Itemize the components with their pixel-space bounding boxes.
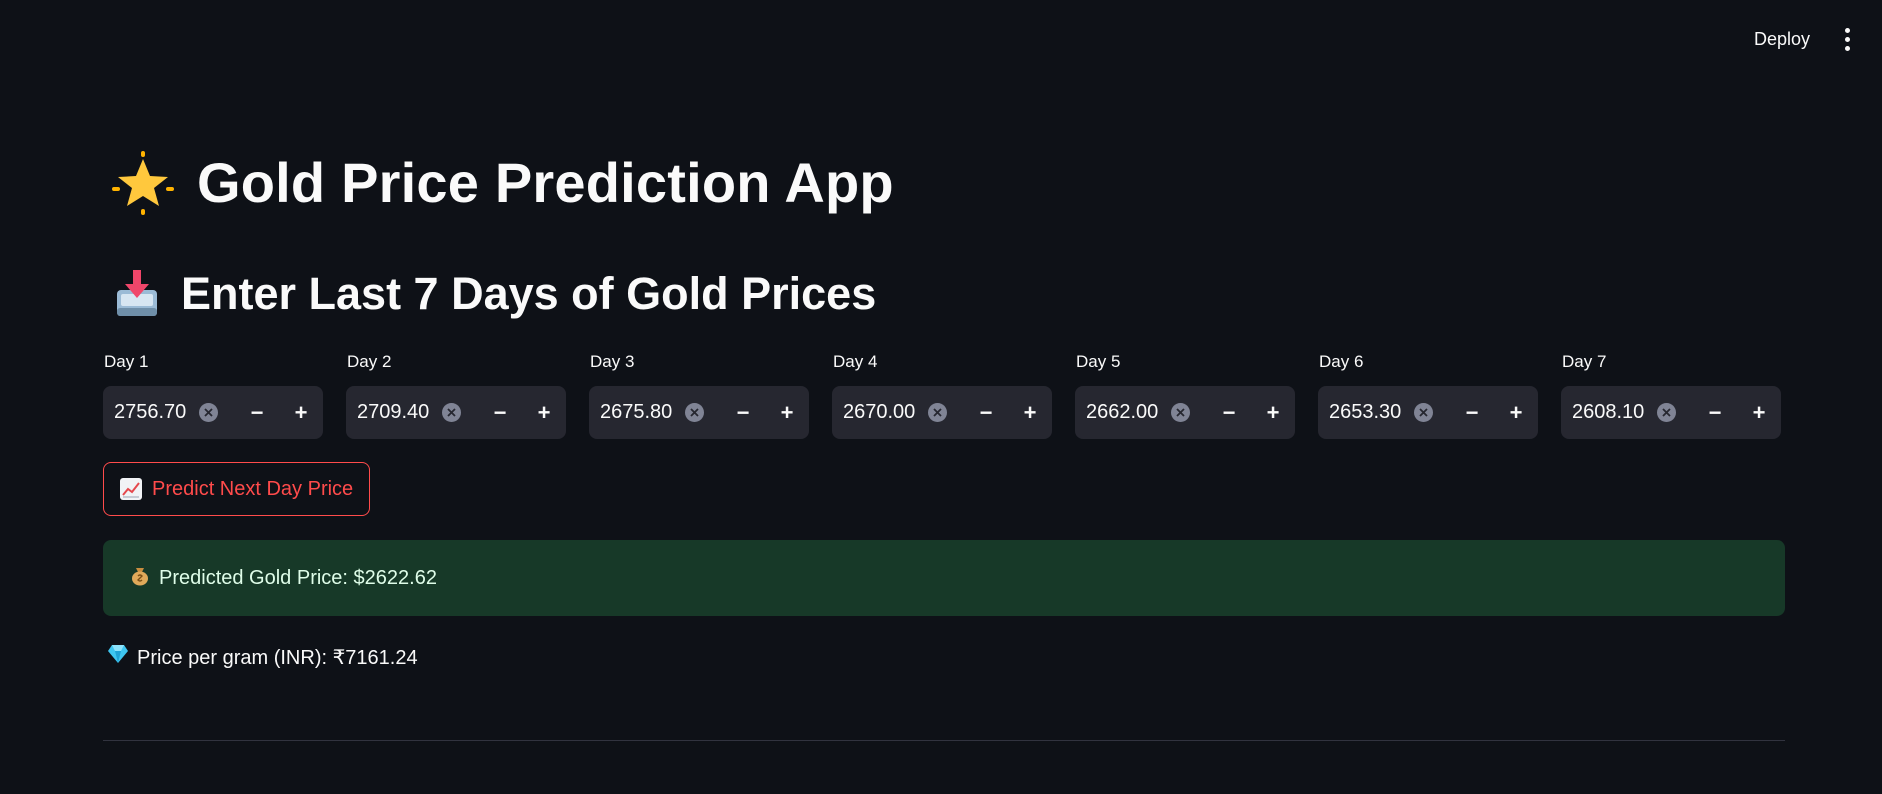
clear-icon[interactable] <box>1171 403 1190 422</box>
predict-button-label: Predict Next Day Price <box>152 477 354 500</box>
divider <box>103 740 1785 741</box>
decrement-button[interactable]: − <box>478 386 522 439</box>
decrement-button[interactable]: − <box>235 386 279 439</box>
day-2-number-input[interactable]: 2709.40 − + <box>346 386 566 439</box>
predicted-price-text: Predicted Gold Price: $2622.62 <box>159 566 437 589</box>
clear-icon[interactable] <box>928 403 947 422</box>
day-7-field: Day 7 2608.10 − + <box>1561 352 1781 439</box>
decrement-button[interactable]: − <box>1450 386 1494 439</box>
day-1-value[interactable]: 2756.70 <box>103 401 199 424</box>
section-heading: Enter Last 7 Days of Gold Prices <box>181 268 877 319</box>
day-6-label: Day 6 <box>1319 352 1364 371</box>
day-7-value[interactable]: 2608.10 <box>1561 401 1657 424</box>
day-4-label: Day 4 <box>833 352 878 371</box>
decrement-button[interactable]: − <box>1207 386 1251 439</box>
clear-icon[interactable] <box>199 403 218 422</box>
gem-icon <box>107 644 129 670</box>
section-heading-row: Enter Last 7 Days of Gold Prices <box>115 268 876 320</box>
decrement-button[interactable]: − <box>721 386 765 439</box>
day-2-label: Day 2 <box>347 352 392 371</box>
day-1-number-input[interactable]: 2756.70 − + <box>103 386 323 439</box>
prediction-result-alert: Predicted Gold Price: $2622.62 <box>103 540 1785 616</box>
day-4-field: Day 4 2670.00 − + <box>832 352 1052 439</box>
page-title-row: Gold Price Prediction App <box>111 150 894 215</box>
glowing-star-icon <box>111 150 175 215</box>
decrement-button[interactable]: − <box>964 386 1008 439</box>
day-1-field: Day 1 2756.70 − + <box>103 352 323 439</box>
clear-icon[interactable] <box>1414 403 1433 422</box>
day-1-label: Day 1 <box>104 352 149 371</box>
day-6-field: Day 6 2653.30 − + <box>1318 352 1538 439</box>
increment-button[interactable]: + <box>279 386 323 439</box>
day-5-label: Day 5 <box>1076 352 1121 371</box>
day-7-number-input[interactable]: 2608.10 − + <box>1561 386 1781 439</box>
inr-price-row: Price per gram (INR): ₹7161.24 <box>107 644 418 670</box>
money-bag-icon <box>129 564 151 592</box>
day-2-field: Day 2 2709.40 − + <box>346 352 566 439</box>
day-5-number-input[interactable]: 2662.00 − + <box>1075 386 1295 439</box>
top-bar: Deploy <box>0 0 1882 76</box>
day-4-value[interactable]: 2670.00 <box>832 401 928 424</box>
day-3-value[interactable]: 2675.80 <box>589 401 685 424</box>
page-title: Gold Price Prediction App <box>197 151 894 214</box>
clear-icon[interactable] <box>685 403 704 422</box>
increment-button[interactable]: + <box>1494 386 1538 439</box>
day-6-number-input[interactable]: 2653.30 − + <box>1318 386 1538 439</box>
clear-icon[interactable] <box>1657 403 1676 422</box>
day-7-label: Day 7 <box>1562 352 1607 371</box>
day-5-field: Day 5 2662.00 − + <box>1075 352 1295 439</box>
inr-price-text: Price per gram (INR): ₹7161.24 <box>137 646 418 669</box>
predict-button[interactable]: Predict Next Day Price <box>103 462 371 516</box>
day-4-number-input[interactable]: 2670.00 − + <box>832 386 1052 439</box>
day-3-field: Day 3 2675.80 − + <box>589 352 809 439</box>
deploy-button[interactable]: Deploy <box>1746 22 1818 56</box>
increment-button[interactable]: + <box>1251 386 1295 439</box>
day-2-value[interactable]: 2709.40 <box>346 401 442 424</box>
day-3-number-input[interactable]: 2675.80 − + <box>589 386 809 439</box>
increment-button[interactable]: + <box>522 386 566 439</box>
chart-increasing-icon <box>120 478 142 500</box>
day-3-label: Day 3 <box>590 352 635 371</box>
day-6-value[interactable]: 2653.30 <box>1318 401 1414 424</box>
increment-button[interactable]: + <box>1737 386 1781 439</box>
increment-button[interactable]: + <box>765 386 809 439</box>
decrement-button[interactable]: − <box>1693 386 1737 439</box>
vertical-dots-icon[interactable] <box>1832 22 1862 56</box>
clear-icon[interactable] <box>442 403 461 422</box>
day-5-value[interactable]: 2662.00 <box>1075 401 1171 424</box>
increment-button[interactable]: + <box>1008 386 1052 439</box>
inbox-tray-icon <box>115 270 159 318</box>
price-inputs: Day 1 2756.70 − + Day 2 2709.40 − + Day … <box>103 352 1785 439</box>
